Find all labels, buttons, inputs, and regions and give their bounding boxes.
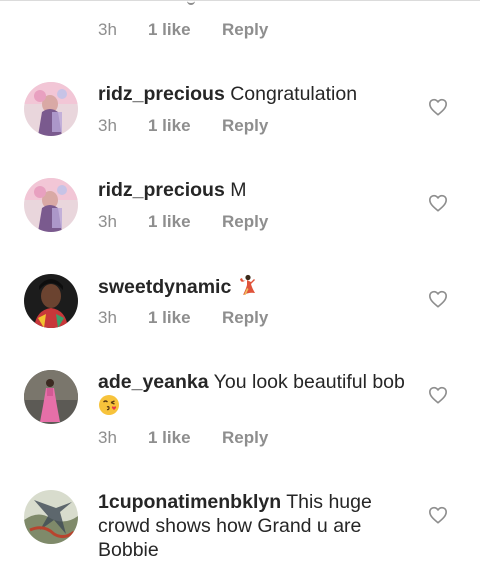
avatar[interactable] bbox=[24, 82, 78, 136]
comment-username[interactable]: 1cuponatimenbklyn bbox=[98, 491, 281, 513]
comment-body: You look beautiful bob bbox=[213, 371, 405, 393]
heart-outline-icon[interactable] bbox=[428, 98, 448, 116]
comment-meta: 3h 1 like Reply bbox=[98, 211, 268, 233]
comment-likes-button[interactable]: 1 like bbox=[148, 428, 222, 448]
comment-meta: 3h 1 like Reply bbox=[98, 307, 268, 329]
comment-username[interactable]: ade_yeanka bbox=[98, 371, 209, 393]
comment-time: 3h bbox=[98, 20, 117, 39]
comment-body: M bbox=[230, 179, 247, 201]
avatar[interactable] bbox=[24, 490, 78, 544]
heart-outline-icon[interactable] bbox=[428, 290, 448, 308]
heart-outline-icon[interactable] bbox=[428, 194, 448, 212]
comment-time: 3h bbox=[98, 212, 117, 231]
dancer-emoji-icon bbox=[237, 274, 257, 302]
heart-outline-icon[interactable] bbox=[428, 386, 448, 404]
comment-text: ade_yeanka You look beautiful bob bbox=[98, 370, 418, 422]
previous-comment-meta: 3h 1 like Reply bbox=[98, 19, 268, 41]
comment-reply-button[interactable]: Reply bbox=[222, 116, 268, 136]
comment-username[interactable]: ridz_precious bbox=[98, 179, 225, 201]
comment-text: 1cuponatimenbklyn This huge crowd shows … bbox=[98, 490, 418, 562]
comment-likes-button[interactable]: 1 like bbox=[148, 20, 222, 40]
comment-text: ridz_precious M bbox=[98, 178, 418, 202]
heart-outline-icon[interactable] bbox=[428, 506, 448, 524]
avatar[interactable] bbox=[24, 178, 78, 232]
comment-time: 3h bbox=[98, 308, 117, 327]
top-divider bbox=[0, 0, 480, 6]
comment-reply-button[interactable]: Reply bbox=[222, 20, 268, 40]
comment-text: sweetdynamic bbox=[98, 274, 418, 302]
avatar[interactable] bbox=[24, 274, 78, 328]
comment-meta: 3h 1 like Reply bbox=[98, 115, 268, 137]
comment-likes-button[interactable]: 1 like bbox=[148, 116, 222, 136]
avatar[interactable] bbox=[24, 370, 78, 424]
comment-username[interactable]: ridz_precious bbox=[98, 83, 225, 105]
comment-body: Congratulation bbox=[230, 83, 358, 105]
comment-reply-button[interactable]: Reply bbox=[222, 212, 268, 232]
comment-text: ridz_precious Congratulation bbox=[98, 82, 418, 106]
comment-username[interactable]: sweetdynamic bbox=[98, 276, 231, 298]
comment-meta: 3h 1 like Reply bbox=[98, 427, 268, 449]
comment-likes-button[interactable]: 1 like bbox=[148, 212, 222, 232]
comment-time: 3h bbox=[98, 428, 117, 447]
comment-reply-button[interactable]: Reply bbox=[222, 308, 268, 328]
kissing-face-emoji-icon bbox=[98, 394, 120, 422]
comment-reply-button[interactable]: Reply bbox=[222, 428, 268, 448]
comment-time: 3h bbox=[98, 116, 117, 135]
comment-likes-button[interactable]: 1 like bbox=[148, 308, 222, 328]
